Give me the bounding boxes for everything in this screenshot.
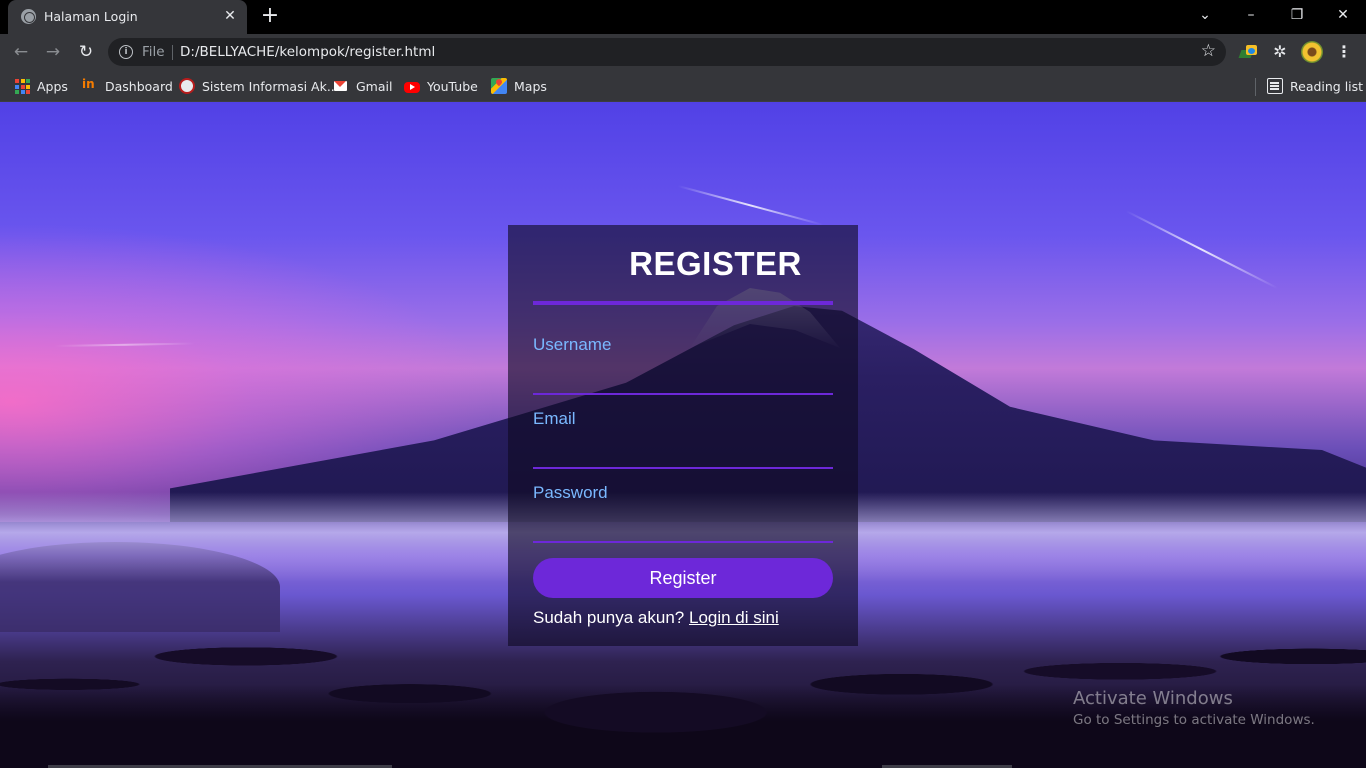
tab-title: Halaman Login <box>44 9 138 24</box>
bookmarks-divider <box>1255 78 1256 96</box>
minimize-button[interactable]: – <box>1228 0 1274 30</box>
bookmark-label: Gmail <box>356 78 393 94</box>
bookmark-gmail[interactable]: Gmail <box>333 77 392 95</box>
extensions-puzzle-icon[interactable]: ✲ <box>1270 42 1290 62</box>
address-bar[interactable]: i File D:/BELLYACHE/kelompok/register.ht… <box>108 38 1226 66</box>
url-text[interactable]: D:/BELLYACHE/kelompok/register.html <box>180 44 435 60</box>
bookmark-label: Sistem Informasi Ak... <box>202 78 339 94</box>
register-card: REGISTER Username Email Password Registe… <box>508 225 858 646</box>
new-tab-button[interactable]: + <box>258 5 282 29</box>
bookmark-apps[interactable]: Apps <box>14 77 68 95</box>
university-icon <box>179 78 195 94</box>
back-button[interactable]: ← <box>8 39 34 65</box>
bookmark-star-icon[interactable]: ☆ <box>1201 41 1216 61</box>
username-label: Username <box>533 335 612 354</box>
dashboard-icon <box>82 77 98 94</box>
tab-search-icon[interactable]: ⌄ <box>1182 0 1228 30</box>
username-input[interactable] <box>533 369 833 395</box>
maps-icon <box>491 78 507 94</box>
browser-toolbar: ← → ↻ i File D:/BELLYACHE/kelompok/regis… <box>0 34 1366 70</box>
meteor-streak <box>1125 210 1278 290</box>
watermark-subtitle: Go to Settings to activate Windows. <box>1073 712 1315 728</box>
login-prompt: Sudah punya akun? Login di sini <box>533 608 779 628</box>
bookmarks-bar: Apps Dashboard Sistem Informasi Ak... Gm… <box>0 70 1366 102</box>
gmail-icon <box>333 78 349 94</box>
meteor-streak <box>677 185 824 226</box>
watermark-title: Activate Windows <box>1073 688 1233 709</box>
reload-button[interactable]: ↻ <box>73 39 99 65</box>
password-input[interactable] <box>533 517 833 543</box>
globe-icon <box>21 9 36 24</box>
browser-menu-icon[interactable]: ⋮ <box>1336 42 1352 62</box>
reading-list-icon <box>1267 78 1283 94</box>
close-window-button[interactable]: ✕ <box>1320 0 1366 30</box>
apps-grid-icon <box>14 78 30 94</box>
restore-button[interactable]: ❐ <box>1274 0 1320 30</box>
tab-strip: Halaman Login ✕ + ⌄ – ❐ ✕ <box>0 0 1366 34</box>
bookmark-label: Apps <box>37 78 68 94</box>
scheme-label: File <box>142 44 165 60</box>
page-title: REGISTER <box>629 245 802 282</box>
email-label: Email <box>533 409 576 428</box>
password-label: Password <box>533 483 608 502</box>
login-link[interactable]: Login di sini <box>689 608 779 627</box>
bookmark-youtube[interactable]: YouTube <box>404 77 478 95</box>
login-prompt-text: Sudah punya akun? <box>533 608 685 627</box>
bookmark-maps[interactable]: Maps <box>491 77 547 95</box>
tab-close-icon[interactable]: ✕ <box>221 7 239 25</box>
youtube-icon <box>404 81 420 93</box>
extension-icon[interactable] <box>1238 42 1259 62</box>
info-icon[interactable]: i <box>119 45 133 59</box>
activate-windows-watermark: Activate Windows Go to Settings to activ… <box>1073 688 1315 728</box>
bookmark-label: YouTube <box>427 78 478 94</box>
bookmark-label: Dashboard <box>105 78 173 94</box>
reading-list-button[interactable]: Reading list <box>1267 77 1363 95</box>
omnibox-divider <box>172 45 173 60</box>
page-viewport: REGISTER Username Email Password Registe… <box>0 102 1366 768</box>
bookmark-sistem-informasi[interactable]: Sistem Informasi Ak... <box>179 77 339 95</box>
email-input[interactable] <box>533 443 833 469</box>
bookmark-label: Maps <box>514 78 547 94</box>
title-underline <box>533 301 833 305</box>
profile-avatar[interactable] <box>1301 41 1323 63</box>
forward-button[interactable]: → <box>40 39 66 65</box>
register-button[interactable]: Register <box>533 558 833 598</box>
bookmark-dashboard[interactable]: Dashboard <box>82 77 173 95</box>
reading-list-label: Reading list <box>1290 78 1364 94</box>
browser-tab[interactable]: Halaman Login ✕ <box>8 0 247 34</box>
